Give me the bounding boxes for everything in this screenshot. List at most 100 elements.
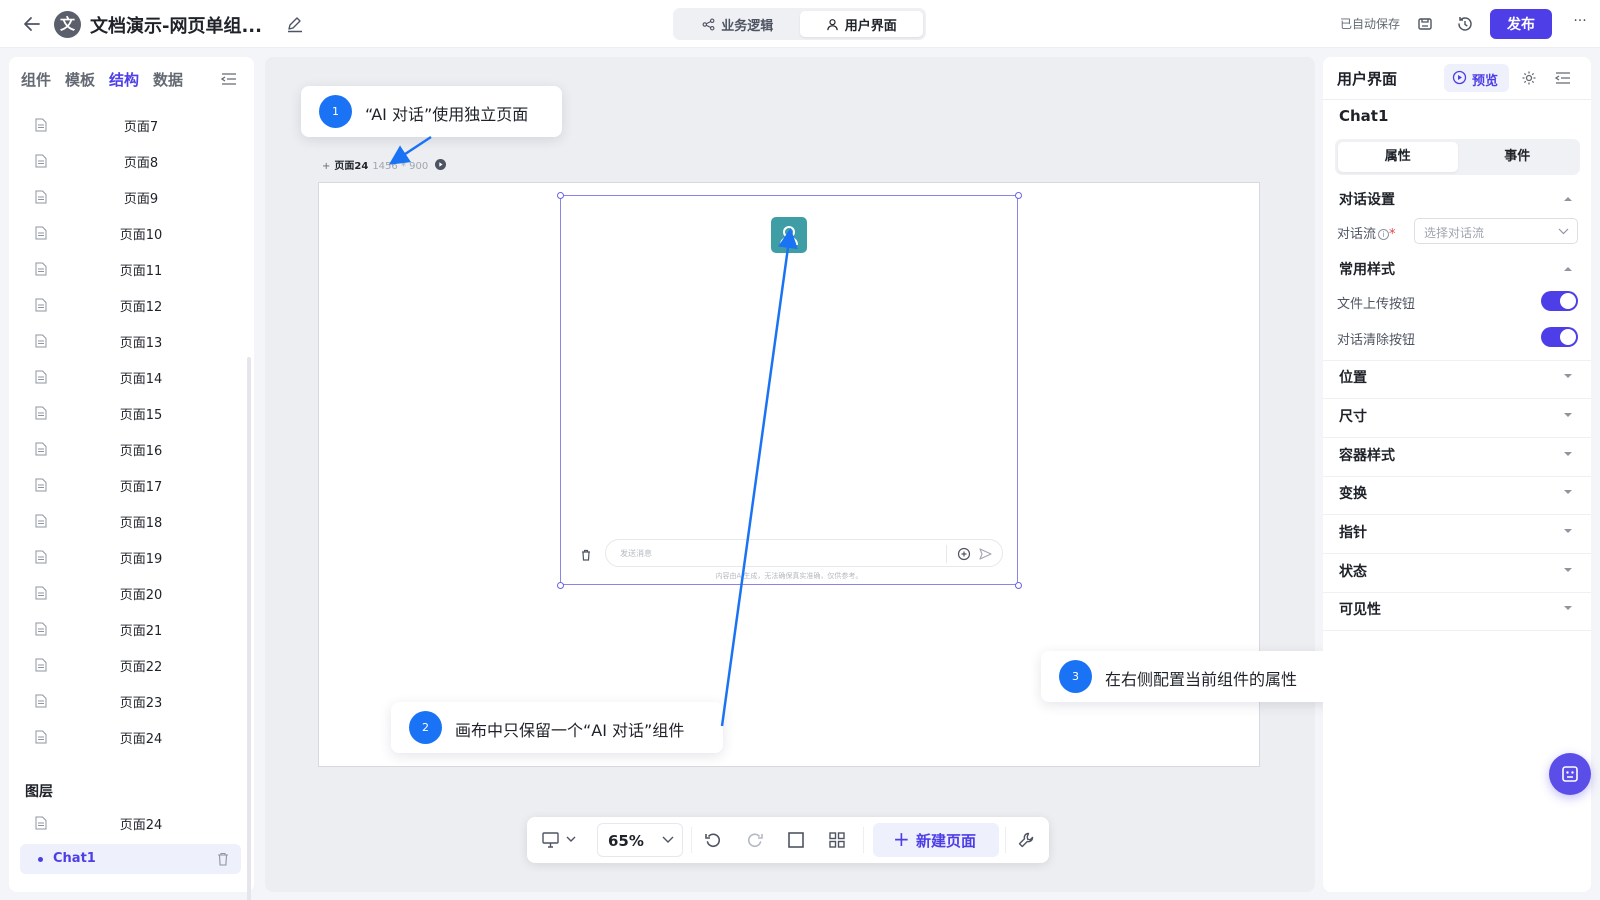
more-options-icon[interactable]: ··· bbox=[1570, 13, 1590, 35]
resize-handle[interactable] bbox=[557, 192, 564, 199]
page-label: 页面7 bbox=[123, 120, 159, 135]
edit-pencil-icon[interactable] bbox=[285, 14, 305, 34]
caret-down-icon[interactable] bbox=[1562, 605, 1574, 613]
list-item[interactable]: 页面11 bbox=[21, 251, 241, 287]
add-icon[interactable]: + bbox=[322, 161, 330, 172]
delete-icon[interactable] bbox=[216, 851, 230, 867]
caret-down-icon[interactable] bbox=[1562, 567, 1574, 575]
send-icon[interactable] bbox=[977, 546, 993, 562]
list-item[interactable]: 页面23 bbox=[21, 683, 241, 719]
bottom-toolbar: 65% + 新建页面 bbox=[527, 817, 1049, 863]
section-state[interactable]: 状态 bbox=[1339, 561, 1367, 581]
caret-down-icon[interactable] bbox=[1562, 373, 1574, 381]
list-item[interactable]: 页面12 bbox=[21, 287, 241, 323]
section-dialog-settings[interactable]: 对话设置 bbox=[1339, 189, 1395, 209]
list-item[interactable]: 页面16 bbox=[21, 431, 241, 467]
caret-down-icon[interactable] bbox=[1562, 489, 1574, 497]
list-item[interactable]: 页面20 bbox=[21, 575, 241, 611]
resize-handle[interactable] bbox=[557, 582, 564, 589]
caret-up-icon[interactable] bbox=[1562, 194, 1574, 202]
divider bbox=[1323, 592, 1591, 593]
flow-select[interactable]: 选择对话流 bbox=[1414, 218, 1578, 244]
section-pointer[interactable]: 指针 bbox=[1339, 522, 1367, 542]
zoom-select[interactable]: 65% bbox=[597, 823, 683, 857]
caret-up-icon[interactable] bbox=[1562, 264, 1574, 272]
device-monitor-icon[interactable] bbox=[541, 829, 581, 851]
save-box-icon[interactable] bbox=[1414, 13, 1436, 35]
list-item[interactable]: 页面8 bbox=[21, 143, 241, 179]
share-icon bbox=[702, 18, 715, 30]
scrollbar[interactable] bbox=[247, 357, 251, 900]
list-item[interactable]: 页面24 bbox=[21, 719, 241, 755]
preview-button[interactable]: 预览 bbox=[1444, 64, 1509, 92]
zoom-value: 65% bbox=[608, 832, 644, 850]
file-upload-toggle[interactable] bbox=[1541, 291, 1578, 311]
collapse-panel-icon[interactable] bbox=[220, 70, 238, 88]
section-common-style[interactable]: 常用样式 bbox=[1339, 259, 1395, 279]
resize-handle[interactable] bbox=[1015, 192, 1022, 199]
info-icon[interactable]: i bbox=[1378, 229, 1390, 240]
bot-avatar-icon bbox=[780, 226, 798, 246]
list-item[interactable]: 页面10 bbox=[21, 215, 241, 251]
divider bbox=[1323, 630, 1591, 631]
page-file-icon bbox=[35, 226, 47, 240]
list-item[interactable]: 页面19 bbox=[21, 539, 241, 575]
resize-handle[interactable] bbox=[1015, 582, 1022, 589]
tab-components[interactable]: 组件 bbox=[21, 69, 51, 90]
tab-user-interface[interactable]: 用户界面 bbox=[799, 11, 923, 37]
list-item[interactable]: 页面22 bbox=[21, 647, 241, 683]
flow-label: 对话流 i * bbox=[1337, 223, 1396, 242]
tab-structure[interactable]: 结构 bbox=[109, 69, 139, 90]
section-transform[interactable]: 变换 bbox=[1339, 483, 1367, 503]
upload-plus-icon[interactable] bbox=[956, 546, 972, 562]
app-title: 文档演示-网页单组... bbox=[90, 16, 262, 37]
redo-icon[interactable] bbox=[744, 829, 766, 851]
page-file-icon bbox=[35, 442, 47, 456]
page-file-icon bbox=[35, 118, 47, 132]
section-container-style[interactable]: 容器样式 bbox=[1339, 445, 1395, 465]
wrench-icon[interactable] bbox=[1015, 829, 1037, 851]
frame-square-icon[interactable] bbox=[785, 829, 807, 851]
list-item[interactable]: 页面18 bbox=[21, 503, 241, 539]
list-item[interactable]: 页面9 bbox=[21, 179, 241, 215]
divider bbox=[1323, 437, 1591, 438]
ai-assistant-button[interactable] bbox=[1549, 753, 1591, 795]
caret-down-icon[interactable] bbox=[1562, 451, 1574, 459]
tab-business-logic[interactable]: 业务逻辑 bbox=[676, 11, 800, 37]
chat-message-input[interactable]: 发送消息 bbox=[605, 539, 1003, 567]
list-item[interactable]: 页面21 bbox=[21, 611, 241, 647]
divider bbox=[1323, 99, 1591, 100]
callout-3: 3 在右侧配置当前组件的属性 bbox=[1041, 651, 1338, 702]
gear-icon[interactable] bbox=[1520, 69, 1538, 87]
tab-templates[interactable]: 模板 bbox=[65, 69, 95, 90]
clear-button-label: 对话清除按钮 bbox=[1337, 333, 1416, 348]
new-page-button[interactable]: + 新建页面 bbox=[873, 823, 999, 857]
list-item[interactable]: 页面17 bbox=[21, 467, 241, 503]
publish-button[interactable]: 发布 bbox=[1490, 9, 1552, 39]
section-size[interactable]: 尺寸 bbox=[1339, 406, 1367, 426]
history-icon[interactable] bbox=[1454, 13, 1476, 35]
trash-icon[interactable] bbox=[576, 545, 596, 565]
list-item[interactable]: 页面7 bbox=[21, 107, 241, 143]
layer-page-item[interactable]: 页面24 bbox=[21, 805, 241, 841]
clear-button-toggle[interactable] bbox=[1541, 327, 1578, 347]
tab-events[interactable]: 事件 bbox=[1458, 142, 1578, 172]
tab-data[interactable]: 数据 bbox=[153, 69, 183, 90]
play-icon[interactable] bbox=[434, 159, 446, 170]
caret-down-icon[interactable] bbox=[1562, 412, 1574, 420]
tab-properties[interactable]: 属性 bbox=[1338, 142, 1458, 172]
back-arrow-icon[interactable] bbox=[20, 12, 44, 36]
layer-chat-item[interactable]: Chat1 bbox=[20, 844, 241, 874]
preview-label: 预览 bbox=[1472, 74, 1499, 89]
section-position[interactable]: 位置 bbox=[1339, 367, 1367, 387]
list-item[interactable]: 页面15 bbox=[21, 395, 241, 431]
chat-component[interactable] bbox=[560, 195, 1018, 585]
section-visibility[interactable]: 可见性 bbox=[1339, 599, 1381, 619]
collapse-panel-icon[interactable] bbox=[1554, 69, 1572, 87]
page-label: 页面12 bbox=[119, 300, 163, 315]
list-item[interactable]: 页面13 bbox=[21, 323, 241, 359]
undo-icon[interactable] bbox=[702, 829, 724, 851]
list-item[interactable]: 页面14 bbox=[21, 359, 241, 395]
grid-icon[interactable] bbox=[826, 829, 848, 851]
caret-down-icon[interactable] bbox=[1562, 528, 1574, 536]
